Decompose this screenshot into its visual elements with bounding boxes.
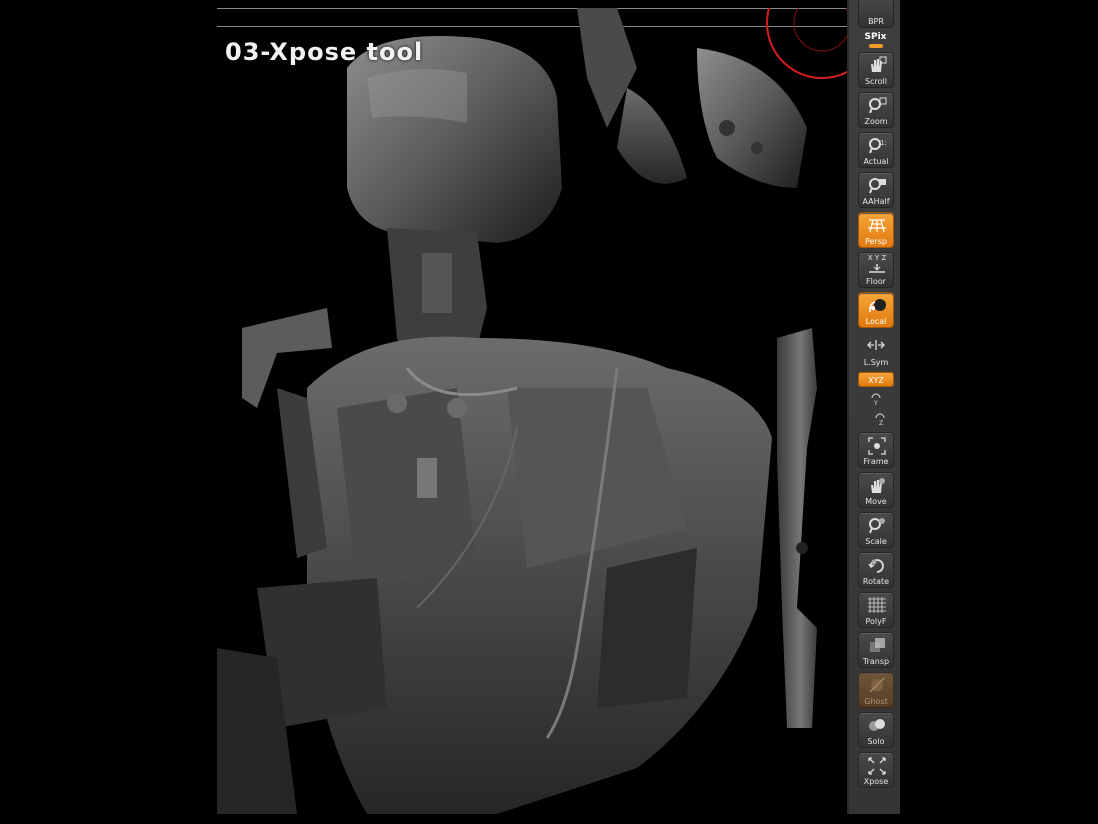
- rotate-button[interactable]: Rotate: [858, 552, 894, 588]
- ghost-icon: [869, 677, 885, 693]
- hanging-plate: [617, 88, 687, 184]
- local-symmetry-icon: [867, 340, 885, 350]
- frame-icon: [868, 437, 886, 455]
- canvas-viewport[interactable]: 03-Xpose tool: [217, 8, 847, 814]
- local-icon: [869, 299, 886, 313]
- ghost-label: Ghost: [864, 697, 888, 706]
- rotate-icon: [868, 559, 884, 573]
- viewport-title: 03-Xpose tool: [225, 38, 424, 66]
- local-button[interactable]: Local: [858, 292, 894, 328]
- persp-button[interactable]: Persp: [858, 212, 894, 248]
- transp-label: Transp: [862, 657, 890, 666]
- xyz-rotation-toggle[interactable]: XYZ: [858, 372, 894, 387]
- bolt: [387, 393, 407, 413]
- transparency-icon: [870, 638, 885, 652]
- polyf-button[interactable]: PolyF: [858, 592, 894, 628]
- lower-plate-right: [597, 548, 697, 708]
- bpr-label: BPR: [868, 17, 884, 26]
- rotate-label: Rotate: [862, 577, 890, 586]
- move-button[interactable]: Move: [858, 472, 894, 508]
- bolt: [447, 398, 467, 418]
- bolt: [719, 120, 735, 136]
- xpose-label: Xpose: [863, 777, 889, 786]
- rotate-z-icon[interactable]: Z: [873, 412, 887, 426]
- rotate-z-label: Z: [879, 420, 883, 426]
- spix-slider[interactable]: [869, 44, 883, 48]
- scroll-button[interactable]: Scroll: [858, 52, 894, 88]
- lsym-button[interactable]: L.Sym: [858, 332, 894, 368]
- helmet-shell: [347, 36, 562, 243]
- zoom-label: Zoom: [864, 117, 888, 126]
- aahalf-label: AAHalf: [862, 197, 890, 206]
- svg-text:1:1: 1:1: [880, 139, 887, 147]
- solo-label: Solo: [867, 737, 885, 746]
- polyframe-grid-icon: [868, 597, 886, 613]
- move-hand-icon: [871, 478, 885, 493]
- xpose-button[interactable]: Xpose: [858, 752, 894, 788]
- sculpted-robot-model[interactable]: [217, 8, 847, 814]
- scale-button[interactable]: Scale: [858, 512, 894, 548]
- polyf-label: PolyF: [865, 617, 887, 626]
- ghost-button[interactable]: Ghost: [858, 672, 894, 708]
- rotation-gizmo-outer-ring[interactable]: [766, 8, 847, 79]
- right-shelf-toolbar: BPR SPix Scroll Zoom 1:1 Actual: [847, 0, 900, 814]
- floor-button[interactable]: X Y Z Floor: [858, 252, 894, 288]
- actual-button[interactable]: 1:1 Actual: [858, 132, 894, 168]
- zoom-button[interactable]: Zoom: [858, 92, 894, 128]
- frame-label: Frame: [863, 457, 889, 466]
- scale-label: Scale: [865, 537, 887, 546]
- chest-detail: [417, 458, 437, 498]
- right-arm: [777, 328, 817, 728]
- local-label: Local: [865, 317, 887, 326]
- rotation-gizmo-inner-ring[interactable]: [793, 8, 847, 52]
- chest-plate-left: [337, 388, 477, 588]
- magnifier-aahalf-icon: [869, 178, 886, 194]
- solo-icon: [869, 719, 885, 731]
- bpr-button[interactable]: BPR: [858, 0, 894, 28]
- bolt: [796, 542, 808, 554]
- neck-core: [422, 253, 452, 313]
- magnifier-actual-icon: 1:1: [869, 138, 887, 154]
- aahalf-button[interactable]: AAHalf: [858, 172, 894, 208]
- hand-scroll-icon: [871, 56, 887, 72]
- transp-button[interactable]: Transp: [858, 632, 894, 668]
- xpose-icon: [868, 757, 886, 775]
- frame-button[interactable]: Frame: [858, 432, 894, 468]
- floor-label: Floor: [866, 277, 886, 286]
- rotate-y-icon[interactable]: Y: [869, 392, 883, 406]
- move-label: Move: [865, 497, 887, 506]
- persp-label: Persp: [865, 237, 887, 246]
- rotate-y-label: Y: [873, 400, 878, 406]
- magnifier-zoom-icon: [869, 97, 887, 114]
- solo-button[interactable]: Solo: [858, 712, 894, 748]
- actual-label: Actual: [863, 157, 889, 166]
- bolt: [751, 142, 763, 154]
- lsym-label: L.Sym: [863, 358, 889, 367]
- scroll-label: Scroll: [865, 77, 887, 86]
- perspective-grid-icon: [868, 219, 886, 233]
- spix-label: SPix: [864, 32, 887, 42]
- floor-icon: [869, 264, 885, 273]
- scale-magnifier-icon: [869, 518, 885, 534]
- helmet-highlight: [367, 69, 467, 123]
